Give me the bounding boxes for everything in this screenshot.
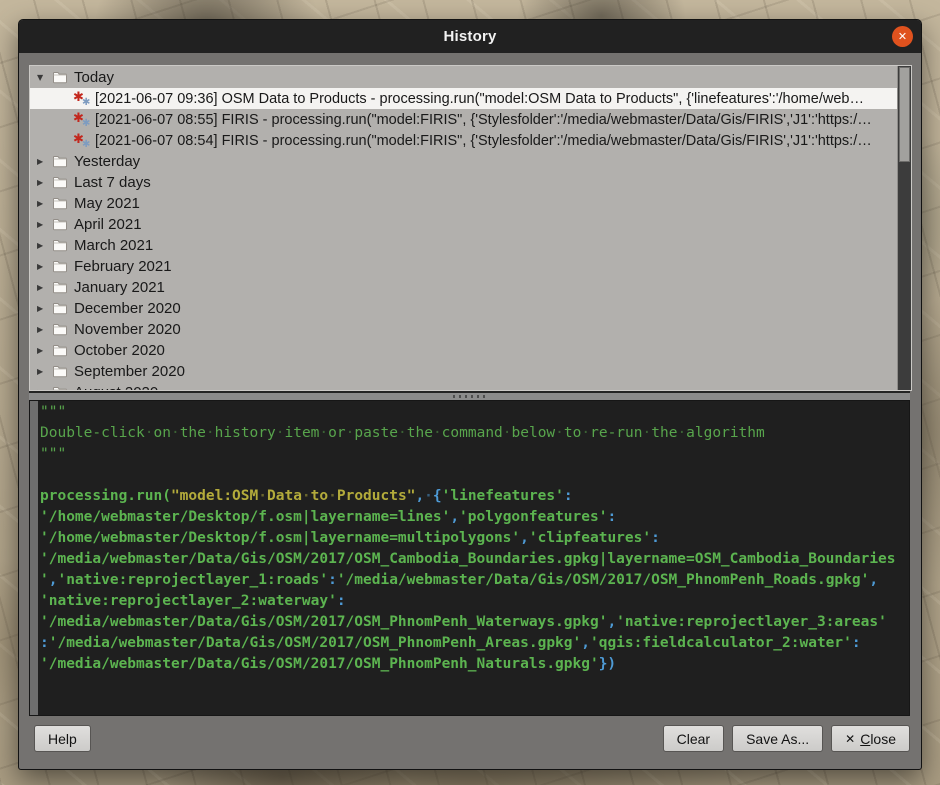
group-label: January 2021: [74, 279, 165, 296]
dialog-action-buttons: Clear Save As... ✕ Close: [663, 725, 910, 752]
folder-icon: [52, 260, 73, 273]
expand-arrow-icon[interactable]: ▶: [37, 199, 52, 208]
help-button[interactable]: Help: [34, 725, 91, 752]
expand-arrow-icon[interactable]: ▶: [37, 241, 52, 250]
clear-button[interactable]: Clear: [663, 725, 724, 752]
expand-arrow-icon[interactable]: ▶: [37, 346, 52, 355]
processing-model-icon: ✱✱: [73, 111, 92, 129]
code-line: '/media/webmaster/Data/Gis/OSM/2017/OSM_…: [40, 549, 909, 570]
close-button[interactable]: ✕ Close: [831, 725, 910, 752]
group-label: December 2020: [74, 300, 181, 317]
folder-icon: [52, 155, 73, 168]
folder-icon: [52, 365, 73, 378]
folder-icon: [52, 281, 73, 294]
close-button-label: Close: [860, 731, 896, 747]
history-entry[interactable]: ✱✱[2021-06-07 08:54] FIRIS - processing.…: [30, 130, 898, 151]
expand-arrow-icon[interactable]: ▶: [37, 220, 52, 229]
history-group-october-2020[interactable]: ▶ October 2020: [30, 340, 898, 361]
history-group-august-2020[interactable]: ▶August 2020: [30, 382, 898, 391]
history-group-january-2021[interactable]: ▶ January 2021: [30, 277, 898, 298]
history-group-yesterday[interactable]: ▶ Yesterday: [30, 151, 898, 172]
clear-button-label: Clear: [677, 731, 710, 747]
code-line: Double-click·on·the·history·item·or·past…: [40, 423, 909, 444]
help-button-label: Help: [48, 731, 77, 747]
map-canvas-dark-band: [0, 0, 940, 18]
expand-arrow-icon[interactable]: ▶: [37, 367, 52, 376]
folder-icon: [52, 71, 73, 84]
expand-arrow-icon[interactable]: ▶: [37, 262, 52, 271]
save-as-button[interactable]: Save As...: [732, 725, 823, 752]
group-label: Last 7 days: [74, 174, 151, 191]
processing-model-icon: ✱✱: [73, 132, 92, 150]
code-line: ','native:reprojectlayer_1:roads':'/medi…: [40, 570, 909, 591]
tree-scrollbar-thumb[interactable]: [899, 67, 910, 162]
group-label: November 2020: [74, 321, 181, 338]
group-label: May 2021: [74, 195, 140, 212]
history-group-march-2021[interactable]: ▶ March 2021: [30, 235, 898, 256]
code-line: [40, 465, 909, 486]
history-group-december-2020[interactable]: ▶ December 2020: [30, 298, 898, 319]
group-label: September 2020: [74, 363, 185, 380]
close-x-icon: ✕: [845, 732, 855, 746]
close-icon: ✕: [898, 30, 907, 43]
folder-icon: [52, 176, 73, 189]
window-close-button[interactable]: ✕: [892, 26, 913, 47]
command-code-editor[interactable]: """Double-click·on·the·history·item·or·p…: [29, 400, 910, 716]
history-group-september-2020[interactable]: ▶ September 2020: [30, 361, 898, 382]
code-line: '/media/webmaster/Data/Gis/OSM/2017/OSM_…: [40, 654, 909, 675]
expand-arrow-icon[interactable]: ▶: [37, 157, 52, 166]
code-line: processing.run("model:OSM·Data·to·Produc…: [40, 486, 909, 507]
folder-icon: [52, 197, 73, 210]
history-tree: ▼Today✱✱[2021-06-07 09:36] OSM Data to P…: [30, 67, 898, 391]
expand-arrow-icon[interactable]: ▶: [37, 178, 52, 187]
group-label: Yesterday: [74, 153, 140, 170]
splitter-dots-icon: [453, 395, 487, 398]
group-label: Today: [74, 69, 114, 86]
code-line: :'/media/webmaster/Data/Gis/OSM/2017/OSM…: [40, 633, 909, 654]
history-entry[interactable]: ✱✱[2021-06-07 08:55] FIRIS - processing.…: [30, 109, 898, 130]
group-label: March 2021: [74, 237, 153, 254]
code-line: """: [40, 402, 909, 423]
code-editor-lines: """Double-click·on·the·history·item·or·p…: [40, 402, 909, 675]
code-editor-margin: [30, 401, 38, 715]
folder-icon: [52, 344, 73, 357]
entry-text: [2021-06-07 08:55] FIRIS - processing.ru…: [95, 112, 872, 128]
history-group-may-2021[interactable]: ▶ May 2021: [30, 193, 898, 214]
history-dialog: History ✕ ▼Today✱✱[2021-06-07 09:36] OSM…: [18, 19, 922, 770]
code-line: """: [40, 444, 909, 465]
folder-icon: [52, 218, 73, 231]
code-line: '/home/webmaster/Desktop/f.osm|layername…: [40, 507, 909, 528]
expand-arrow-icon[interactable]: ▶: [37, 325, 52, 334]
group-label: October 2020: [74, 342, 165, 359]
folder-icon: [52, 323, 73, 336]
folder-icon: [52, 302, 73, 315]
dialog-titlebar[interactable]: History ✕: [19, 20, 921, 53]
expand-arrow-icon[interactable]: ▶: [37, 304, 52, 313]
tree-scrollbar[interactable]: [897, 66, 911, 390]
code-line: '/media/webmaster/Data/Gis/OSM/2017/OSM_…: [40, 612, 909, 633]
processing-model-icon: ✱✱: [73, 90, 92, 108]
history-group-today[interactable]: ▼ Today: [30, 67, 898, 88]
folder-icon: [52, 239, 73, 252]
history-entry[interactable]: ✱✱[2021-06-07 09:36] OSM Data to Product…: [30, 88, 898, 109]
group-label: August 2020: [74, 384, 158, 391]
entry-text: [2021-06-07 09:36] OSM Data to Products …: [95, 91, 864, 107]
code-line: 'native:reprojectlayer_2:waterway':: [40, 591, 909, 612]
entry-text: [2021-06-07 08:54] FIRIS - processing.ru…: [95, 133, 872, 149]
history-tree-panel: ▼Today✱✱[2021-06-07 09:36] OSM Data to P…: [29, 65, 912, 391]
code-line: '/home/webmaster/Desktop/f.osm|layername…: [40, 528, 909, 549]
group-label: April 2021: [74, 216, 142, 233]
dialog-title: History: [443, 28, 496, 45]
history-group-april-2021[interactable]: ▶ April 2021: [30, 214, 898, 235]
history-group-february-2021[interactable]: ▶ February 2021: [30, 256, 898, 277]
group-label: February 2021: [74, 258, 172, 275]
history-group-november-2020[interactable]: ▶ November 2020: [30, 319, 898, 340]
collapse-arrow-icon[interactable]: ▼: [37, 73, 52, 82]
history-group-last-7-days[interactable]: ▶ Last 7 days: [30, 172, 898, 193]
dialog-button-bar: Help Clear Save As... ✕ Close: [29, 725, 910, 753]
save-as-button-label: Save As...: [746, 731, 809, 747]
expand-arrow-icon[interactable]: ▶: [37, 283, 52, 292]
panel-splitter-handle[interactable]: [29, 391, 910, 400]
